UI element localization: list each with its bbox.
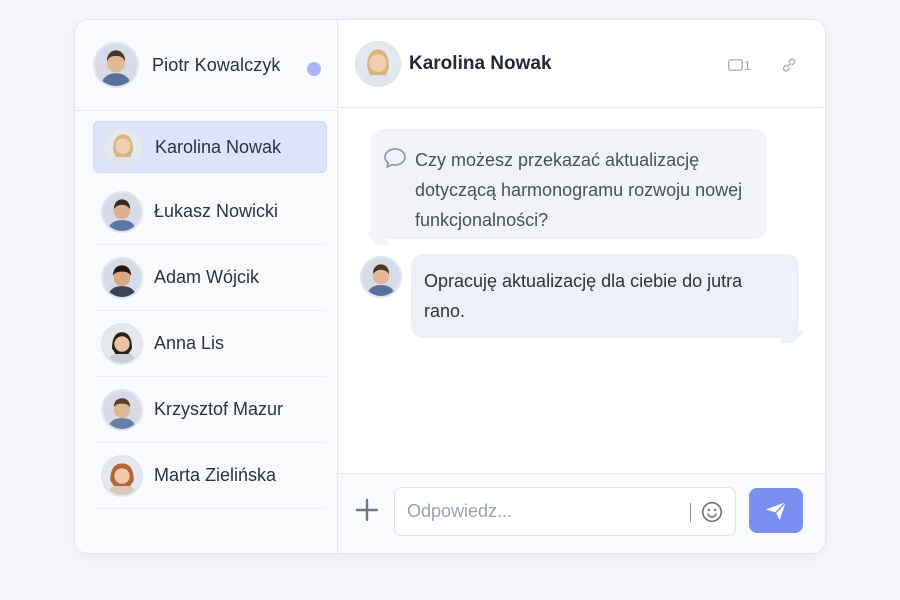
contact-avatar (102, 126, 144, 168)
reply-box (394, 487, 736, 536)
contact-list: Karolina Nowak Łukasz Nowicki Adam Wójci… (75, 111, 337, 509)
speech-bubble-icon (383, 147, 407, 178)
send-button[interactable] (749, 488, 803, 533)
outgoing-message-row: Opracuję aktualizację dla ciebie do jutr… (360, 254, 805, 343)
reply-input[interactable] (395, 488, 665, 535)
contact-item-anna-lis[interactable]: Anna Lis (93, 311, 327, 377)
chat-pane: Karolina Nowak 1 Czy możesz przekazać ak… (338, 20, 825, 553)
contact-item-adam-wojcik[interactable]: Adam Wójcik (93, 245, 327, 311)
add-attachment-button[interactable] (355, 498, 379, 522)
contact-item-karolina-nowak[interactable]: Karolina Nowak (93, 121, 327, 173)
link-icon[interactable] (781, 56, 797, 74)
contact-avatar (101, 322, 143, 365)
contact-avatar (101, 454, 143, 497)
contact-name: Łukasz Nowicki (154, 201, 279, 221)
online-status-dot (307, 62, 321, 76)
sender-avatar (360, 256, 402, 298)
message-composer (338, 473, 825, 553)
chat-app-window: Piotr Kowalczyk Karolina Nowak Łukasz No… (74, 19, 826, 554)
current-user-name: Piotr Kowalczyk (152, 54, 281, 75)
contact-name: Marta Zielińska (154, 465, 277, 485)
contact-avatar (101, 190, 143, 233)
outgoing-message-text: Opracuję aktualizację dla ciebie do jutr… (424, 271, 743, 321)
chat-title: Karolina Nowak (409, 52, 552, 74)
current-user-header: Piotr Kowalczyk (75, 20, 337, 111)
contact-name: Anna Lis (154, 333, 225, 353)
contact-item-krzysztof-mazur[interactable]: Krzysztof Mazur (93, 377, 327, 443)
contacts-sidebar: Piotr Kowalczyk Karolina Nowak Łukasz No… (75, 20, 338, 553)
incoming-message-bubble: Czy możesz przekazać aktualizację dotycz… (365, 129, 767, 245)
contact-name: Krzysztof Mazur (154, 399, 284, 419)
contact-item-lukasz-nowicki[interactable]: Łukasz Nowicki (93, 179, 327, 245)
chat-header: Karolina Nowak 1 (338, 20, 825, 108)
contact-name: Karolina Nowak (155, 136, 282, 157)
send-icon (766, 501, 787, 520)
plus-icon (355, 498, 379, 522)
video-call-icon[interactable]: 1 (727, 56, 751, 74)
contact-avatar (101, 256, 143, 299)
contact-item-marta-zielinska[interactable]: Marta Zielińska (93, 443, 327, 509)
outgoing-message-bubble: Opracuję aktualizację dla ciebie do jutr… (411, 254, 805, 343)
current-user-avatar[interactable] (93, 42, 139, 88)
incoming-message-text: Czy możesz przekazać aktualizację dotycz… (415, 150, 743, 230)
video-count: 1 (743, 57, 751, 73)
emoji-icon[interactable] (701, 501, 723, 523)
input-divider (690, 503, 691, 522)
chat-partner-avatar[interactable] (355, 40, 401, 87)
contact-avatar (101, 388, 143, 431)
contact-name: Adam Wójcik (154, 267, 260, 287)
